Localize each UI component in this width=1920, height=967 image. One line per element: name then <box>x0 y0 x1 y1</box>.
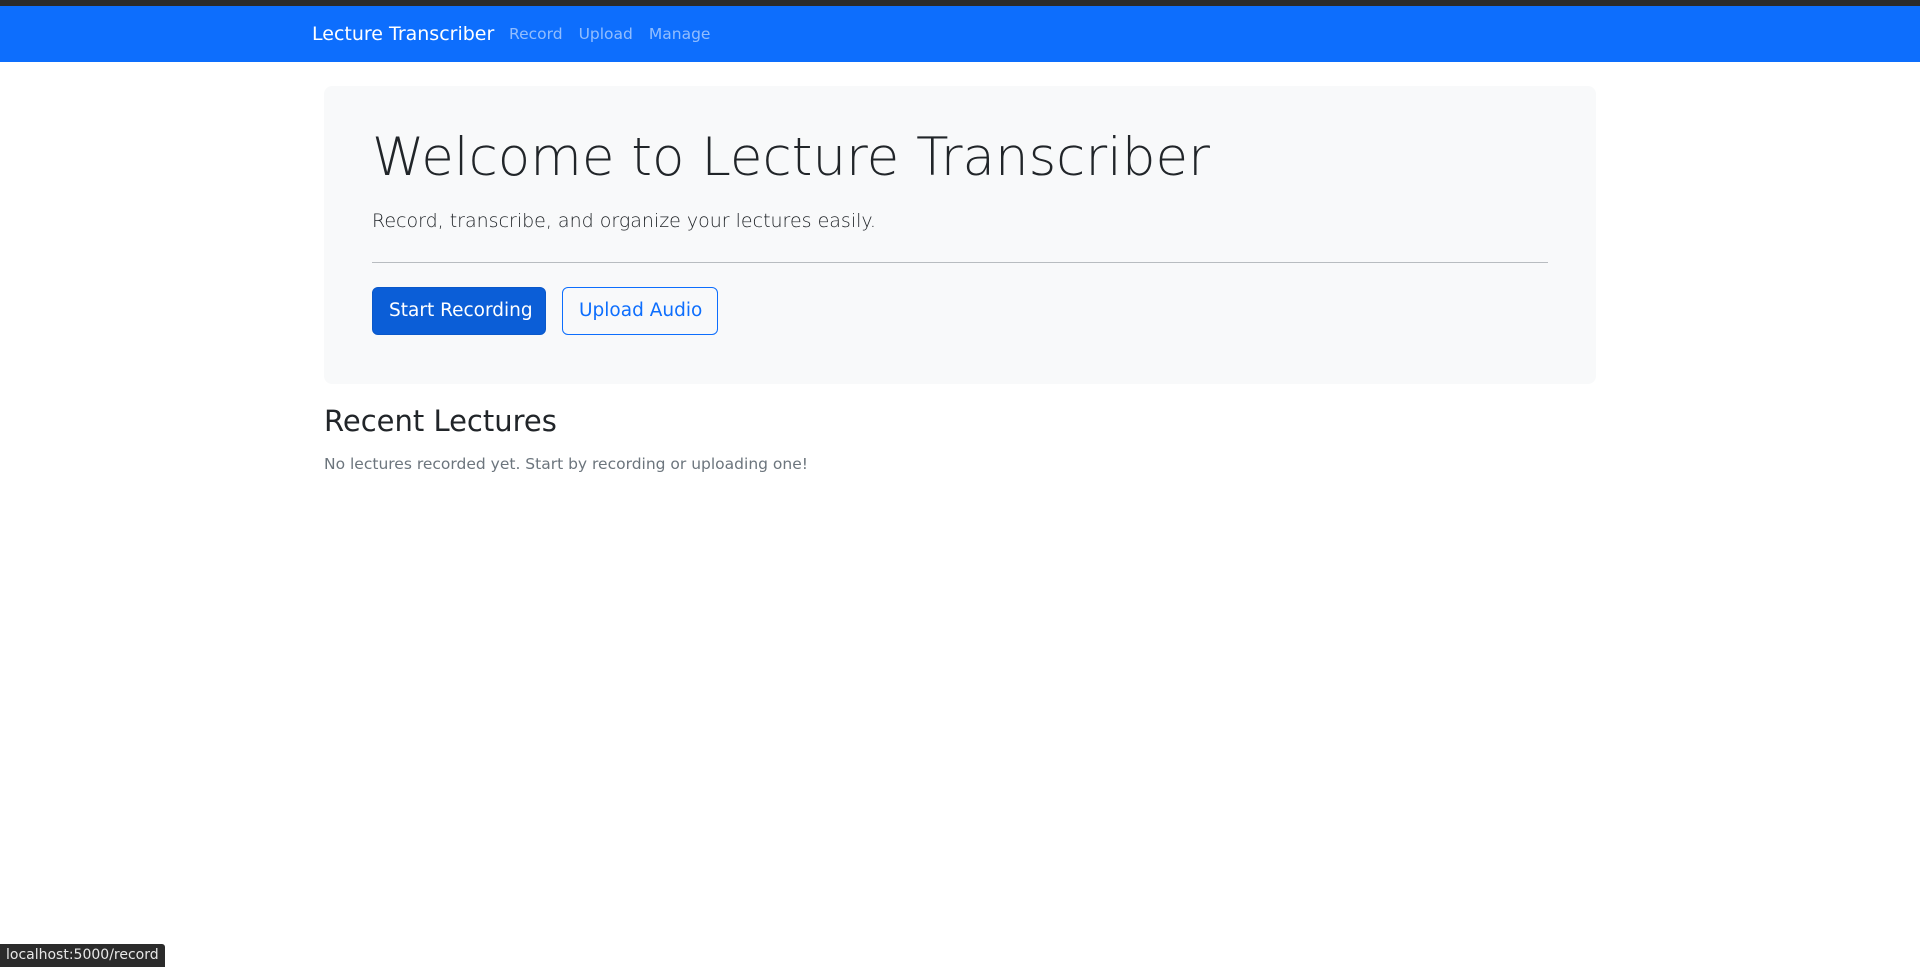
hero-lead: Record, transcribe, and organize your le… <box>372 210 876 232</box>
start-recording-button[interactable]: Start Recording <box>372 287 546 335</box>
navbar-brand[interactable]: Lecture Transcriber <box>312 6 494 62</box>
hero-title: Welcome to Lecture Transcriber <box>372 127 1210 188</box>
hero-divider <box>372 262 1548 263</box>
nav-link-manage[interactable]: Manage <box>649 25 711 43</box>
nav-link-upload[interactable]: Upload <box>579 25 633 43</box>
nav-links: Record Upload Manage <box>509 6 726 62</box>
nav-link-record[interactable]: Record <box>509 25 563 43</box>
empty-lectures-message: No lectures recorded yet. Start by recor… <box>324 455 808 473</box>
navbar: Lecture Transcriber Record Upload Manage <box>0 6 1920 62</box>
recent-lectures-heading: Recent Lectures <box>324 404 557 438</box>
upload-audio-button[interactable]: Upload Audio <box>562 287 718 335</box>
status-bar-url: localhost:5000/record <box>0 944 165 967</box>
hero-panel: Welcome to Lecture Transcriber Record, t… <box>324 86 1596 384</box>
